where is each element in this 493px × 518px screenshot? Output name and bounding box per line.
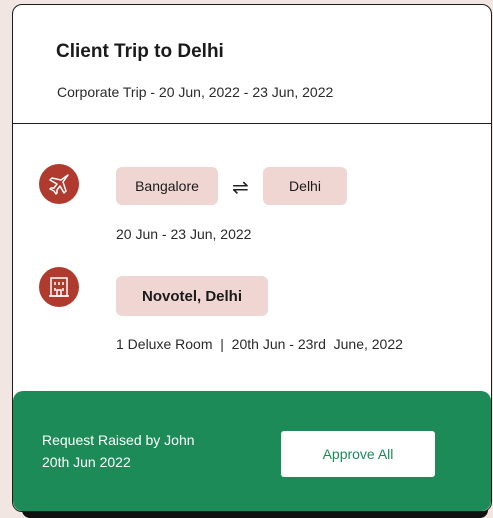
header-divider	[13, 123, 491, 124]
trip-subtitle: Corporate Trip - 20 Jun, 2022 - 23 Jun, …	[57, 84, 334, 100]
approve-all-button[interactable]: Approve All	[281, 431, 435, 477]
flight-dates: 20 Jun - 23 Jun, 2022	[116, 226, 252, 242]
hotel-icon-circle	[39, 267, 79, 307]
hotel-details: 1 Deluxe Room | 20th Jun - 23rd June, 20…	[116, 336, 403, 352]
origin-city: Bangalore	[135, 178, 199, 194]
request-date: 20th Jun 2022	[42, 454, 131, 470]
trip-card: Client Trip to Delhi Corporate Trip - 20…	[12, 4, 492, 512]
trip-title: Client Trip to Delhi	[56, 41, 224, 62]
origin-city-pill[interactable]: Bangalore	[116, 167, 218, 205]
flight-icon-circle	[39, 164, 79, 204]
request-footer: Request Raised by John 20th Jun 2022 App…	[13, 391, 491, 511]
destination-city: Delhi	[289, 178, 321, 194]
airplane-icon	[49, 174, 69, 195]
destination-city-pill[interactable]: Delhi	[263, 167, 347, 205]
swap-direction-icon: ⇌	[232, 177, 249, 199]
trip-header: Client Trip to Delhi Corporate Trip - 20…	[13, 5, 491, 123]
hotel-name-pill[interactable]: Novotel, Delhi	[116, 276, 268, 316]
hotel-name: Novotel, Delhi	[141, 287, 242, 305]
request-raised-by: Request Raised by John	[42, 432, 195, 448]
hotel-icon	[49, 277, 69, 297]
